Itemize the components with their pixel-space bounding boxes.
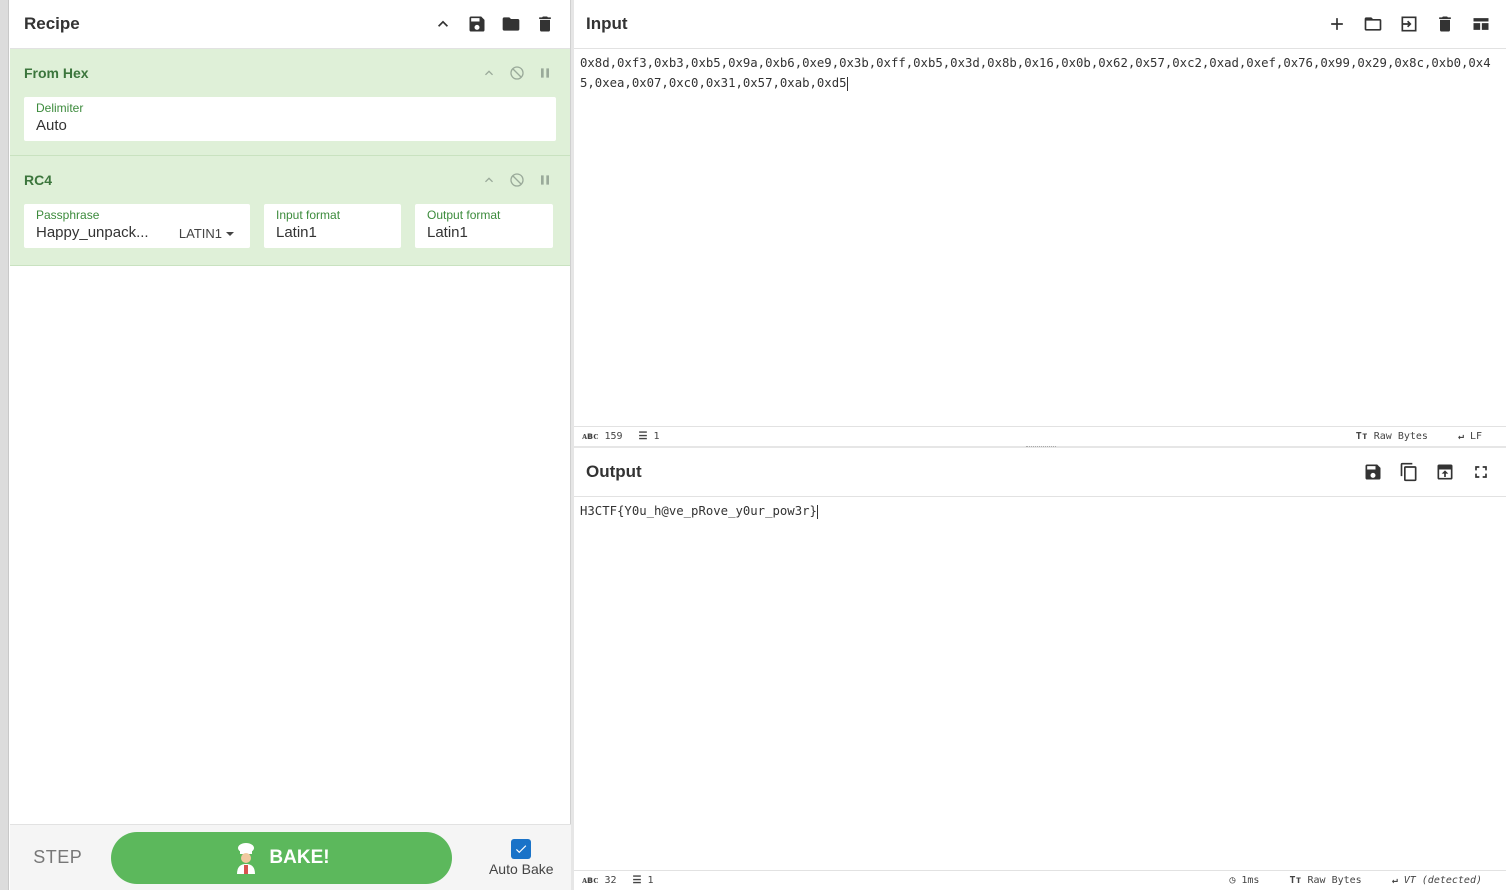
bake-time: ◷ 1ms — [1229, 875, 1260, 886]
recipe-title: Recipe — [24, 14, 80, 33]
input-char-count: ᴀʙᴄ 159 — [582, 431, 623, 442]
input-eol[interactable]: ↵ LF — [1458, 431, 1482, 442]
passphrase-value[interactable]: Happy_unpack... — [36, 222, 149, 244]
recipe-header: Recipe — [10, 0, 570, 49]
delimiter-field[interactable]: Delimiter Auto — [24, 97, 556, 141]
autobake-toggle[interactable]: Auto Bake — [472, 838, 571, 877]
delimiter-label: Delimiter — [36, 101, 84, 115]
operation-from-hex[interactable]: From Hex Delimiter Auto — [10, 49, 570, 156]
output-eol[interactable]: ↵ VT (detected) — [1392, 875, 1482, 886]
output-format-label: Output format — [427, 208, 501, 222]
lines-icon: ☰ — [632, 875, 642, 886]
copy-output-icon[interactable] — [1398, 461, 1420, 483]
input-title: Input — [586, 14, 628, 33]
text-cursor — [846, 76, 848, 91]
output-header: Output — [574, 448, 1506, 497]
output-text: H3CTF{Y0u_h@ve_pRove_y0ur_pow3r} — [580, 504, 817, 518]
output-title: Output — [586, 462, 642, 481]
autobake-label: Auto Bake — [488, 860, 554, 877]
input-encoding[interactable]: Tт Raw Bytes — [1356, 431, 1428, 442]
load-recipe-icon[interactable] — [500, 13, 522, 35]
output-char-count: ᴀʙᴄ 32 — [582, 875, 617, 886]
lines-icon: ☰ — [638, 431, 648, 442]
pause-icon[interactable] — [536, 64, 554, 82]
clock-icon: ◷ — [1229, 875, 1236, 886]
input-statusbar: ᴀʙᴄ 159 ☰ 1 Tт Raw Bytes ↵ LF — [574, 426, 1506, 446]
input-textarea[interactable]: 0x8d,0xf3,0xb3,0xb5,0x9a,0xb6,0xe9,0x3b,… — [574, 49, 1506, 97]
chevron-up-icon[interactable] — [480, 64, 498, 82]
cyberchef-app: Recipe From Hex Delimiter Auto RC4 Passp… — [0, 0, 1506, 890]
clear-input-icon[interactable] — [1434, 13, 1456, 35]
input-format-value[interactable]: Latin1 — [276, 222, 389, 244]
input-pane: Input 0x8d,0xf3,0xb3,0xb5,0x9a,0xb6,0xe9… — [574, 0, 1506, 446]
save-output-icon[interactable] — [1362, 461, 1384, 483]
passphrase-label: Passphrase — [36, 208, 100, 222]
autobake-checkbox[interactable] — [511, 838, 532, 859]
recipe-panel: Recipe From Hex Delimiter Auto RC4 Passp… — [10, 0, 571, 890]
operation-rc4[interactable]: RC4 Passphrase Happy_unpack... LATIN1 In… — [10, 156, 570, 266]
disable-icon[interactable] — [508, 64, 526, 82]
bake-label: BAKE! — [269, 846, 330, 868]
open-file-icon[interactable] — [1398, 13, 1420, 35]
input-text: 0x8d,0xf3,0xb3,0xb5,0x9a,0xb6,0xe9,0x3b,… — [580, 56, 1491, 90]
input-line-count: ☰ 1 — [638, 431, 660, 442]
text-format-icon: Tт — [1355, 431, 1368, 442]
replace-input-icon[interactable] — [1434, 461, 1456, 483]
passphrase-field[interactable]: Passphrase Happy_unpack... LATIN1 — [24, 204, 250, 248]
chef-icon — [237, 842, 256, 874]
output-encoding[interactable]: Tт Raw Bytes — [1289, 875, 1361, 886]
return-icon: ↵ — [1457, 431, 1464, 442]
abc-icon: ᴀʙᴄ — [582, 875, 599, 886]
input-header: Input — [574, 0, 1506, 49]
pause-icon[interactable] — [536, 171, 554, 189]
output-statusbar: ᴀʙᴄ 32 ☰ 1 ◷ 1ms Tт Raw Bytes ↵ VT (detected) — [574, 870, 1506, 890]
text-cursor — [816, 504, 818, 519]
return-icon: ↵ — [1391, 875, 1398, 886]
clear-recipe-icon[interactable] — [534, 13, 556, 35]
abc-icon: ᴀʙᴄ — [582, 431, 599, 442]
disable-icon[interactable] — [508, 171, 526, 189]
step-button[interactable]: STEP — [10, 847, 105, 868]
output-format-field[interactable]: Output format Latin1 — [415, 204, 553, 248]
operation-title: RC4 — [24, 172, 53, 188]
input-format-field[interactable]: Input format Latin1 — [264, 204, 401, 248]
output-pane: Output H3CTF{Y0u_h@ve_pRove_y0ur_pow3r} … — [574, 448, 1506, 890]
bake-button[interactable]: BAKE! — [111, 831, 452, 884]
layout-icon[interactable] — [1470, 13, 1492, 35]
output-line-count: ☰ 1 — [632, 875, 654, 886]
add-tab-icon[interactable] — [1326, 13, 1348, 35]
checkmark-icon — [516, 844, 527, 853]
delimiter-value[interactable]: Auto — [36, 115, 544, 137]
operation-title: From Hex — [24, 65, 89, 81]
text-format-icon: Tт — [1289, 875, 1302, 886]
left-gutter — [0, 0, 9, 890]
bake-bar: STEP BAKE! Auto Bake — [10, 824, 571, 890]
output-textarea[interactable]: H3CTF{Y0u_h@ve_pRove_y0ur_pow3r} — [574, 497, 1506, 525]
collapse-all-icon[interactable] — [432, 13, 454, 35]
passphrase-encoding-dropdown[interactable]: LATIN1 — [179, 226, 238, 241]
fullscreen-icon[interactable] — [1470, 461, 1492, 483]
input-format-label: Input format — [276, 208, 341, 222]
save-recipe-icon[interactable] — [466, 13, 488, 35]
chevron-up-icon[interactable] — [480, 171, 498, 189]
output-format-value[interactable]: Latin1 — [427, 222, 541, 244]
open-folder-icon[interactable] — [1362, 13, 1384, 35]
